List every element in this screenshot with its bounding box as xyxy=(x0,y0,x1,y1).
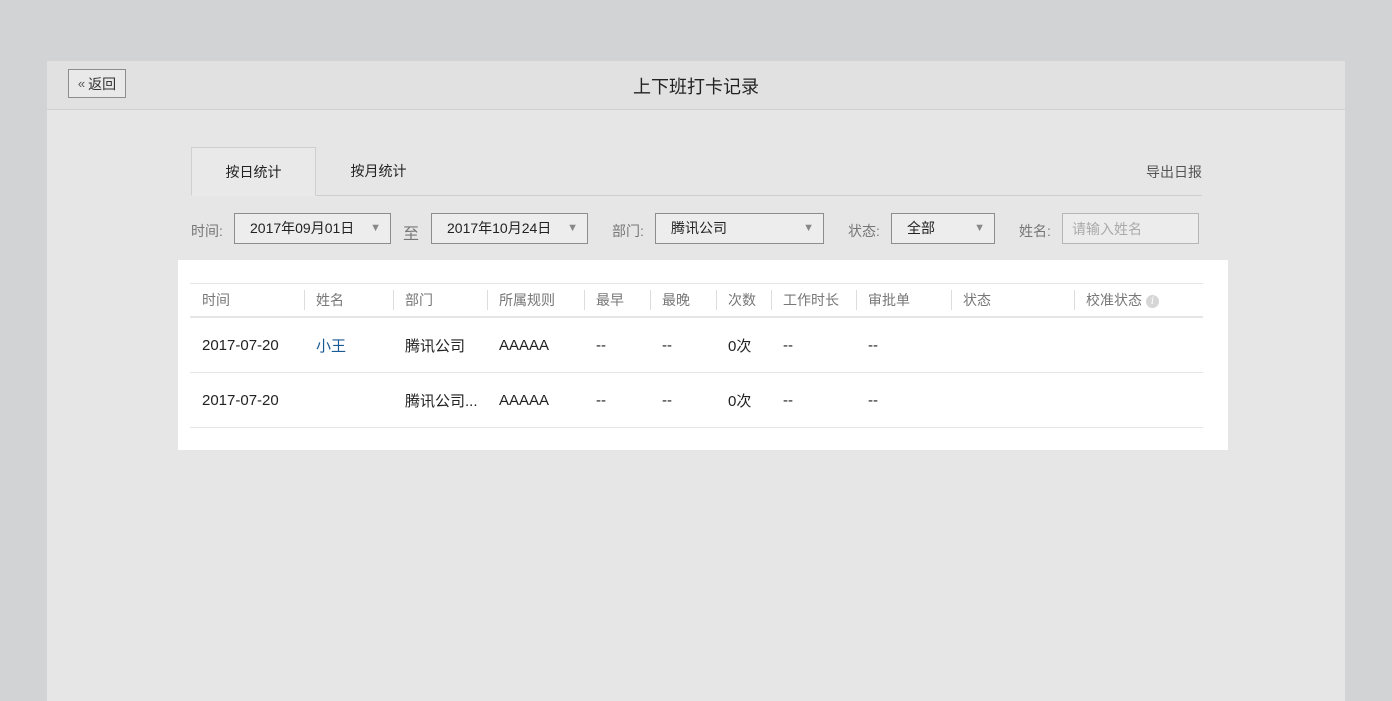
cell-earliest: -- xyxy=(584,317,650,373)
col-latest: 最晚 xyxy=(650,283,716,318)
cell-latest: -- xyxy=(650,372,716,428)
cell-earliest: -- xyxy=(584,372,650,428)
table-row: 2017-07-20 腾讯公司... AAAAA -- -- 0次 -- -- xyxy=(190,372,1203,428)
cell-calibration xyxy=(1074,372,1203,428)
info-icon[interactable]: i xyxy=(1146,294,1159,308)
cell-date: 2017-07-20 xyxy=(190,372,304,428)
panel-header: « 返回 上下班打卡记录 xyxy=(47,61,1345,110)
cell-name-link[interactable]: 小王 xyxy=(304,317,393,373)
cell-duration: -- xyxy=(771,317,856,373)
cell-rule: AAAAA xyxy=(487,372,584,428)
cell-latest: -- xyxy=(650,317,716,373)
col-rule: 所属规则 xyxy=(487,283,584,318)
department-label: 部门: xyxy=(612,223,644,239)
attendance-panel: « 返回 上下班打卡记录 按日统计 按月统计 导出日报 时间: 2017年09月… xyxy=(47,61,1345,701)
cell-duration: -- xyxy=(771,372,856,428)
records-table-card: 时间 姓名 部门 所属规则 最早 最晚 次数 工作时长 审批单 状态 校准状态 i xyxy=(178,260,1228,450)
name-label: 姓名: xyxy=(1019,223,1051,239)
cell-name-link[interactable] xyxy=(304,372,393,428)
table-header-row: 时间 姓名 部门 所属规则 最早 最晚 次数 工作时长 审批单 状态 校准状态 i xyxy=(190,283,1203,318)
col-time: 时间 xyxy=(190,283,304,318)
col-approval: 审批单 xyxy=(856,283,951,318)
start-date-select[interactable]: 2017年09月01日 ▼ xyxy=(234,213,391,244)
col-calibration-status: 校准状态 i xyxy=(1074,283,1203,318)
col-status: 状态 xyxy=(951,283,1074,318)
department-value: 腾讯公司 xyxy=(671,220,727,236)
stats-tabs: 按日统计 按月统计 导出日报 xyxy=(191,147,1202,196)
to-label: 至 xyxy=(403,226,420,243)
dropdown-arrow-icon: ▼ xyxy=(803,222,814,234)
cell-department: 腾讯公司... xyxy=(393,372,487,428)
page-title: 上下班打卡记录 xyxy=(633,77,759,97)
tab-daily-stats[interactable]: 按日统计 xyxy=(191,147,316,196)
dropdown-arrow-icon: ▼ xyxy=(370,222,381,234)
start-date-value: 2017年09月01日 xyxy=(250,220,355,236)
cell-rule: AAAAA xyxy=(487,317,584,373)
end-date-select[interactable]: 2017年10月24日 ▼ xyxy=(431,213,588,244)
status-select[interactable]: 全部 ▼ xyxy=(891,213,995,244)
cell-date: 2017-07-20 xyxy=(190,317,304,373)
cell-department: 腾讯公司 xyxy=(393,317,487,373)
col-work-duration: 工作时长 xyxy=(771,283,856,318)
status-value: 全部 xyxy=(907,220,935,236)
status-label: 状态: xyxy=(848,223,880,239)
attendance-records-table: 时间 姓名 部门 所属规则 最早 最晚 次数 工作时长 审批单 状态 校准状态 i xyxy=(190,283,1203,428)
tab-monthly-stats[interactable]: 按月统计 xyxy=(316,147,441,195)
end-date-value: 2017年10月24日 xyxy=(447,220,552,236)
cell-calibration xyxy=(1074,317,1203,373)
cell-count: 0次 xyxy=(716,372,771,428)
department-select[interactable]: 腾讯公司 ▼ xyxy=(655,213,824,244)
cell-status xyxy=(951,372,1074,428)
dropdown-arrow-icon: ▼ xyxy=(567,222,578,234)
col-calibration-label: 校准状态 xyxy=(1086,292,1142,308)
export-daily-report-link[interactable]: 导出日报 xyxy=(1146,162,1202,182)
dropdown-arrow-icon: ▼ xyxy=(974,222,985,234)
name-search-input[interactable] xyxy=(1062,213,1199,244)
col-count: 次数 xyxy=(716,283,771,318)
cell-approval: -- xyxy=(856,372,951,428)
col-name: 姓名 xyxy=(304,283,393,318)
table-row: 2017-07-20 小王 腾讯公司 AAAAA -- -- 0次 -- -- xyxy=(190,317,1203,373)
time-label: 时间: xyxy=(191,223,223,239)
cell-count: 0次 xyxy=(716,317,771,373)
cell-status xyxy=(951,317,1074,373)
col-earliest: 最早 xyxy=(584,283,650,318)
filter-bar: 时间: 2017年09月01日 ▼ 至 2017年10月24日 ▼ 部门: 腾讯… xyxy=(191,213,1206,245)
col-department: 部门 xyxy=(393,283,487,318)
cell-approval: -- xyxy=(856,317,951,373)
